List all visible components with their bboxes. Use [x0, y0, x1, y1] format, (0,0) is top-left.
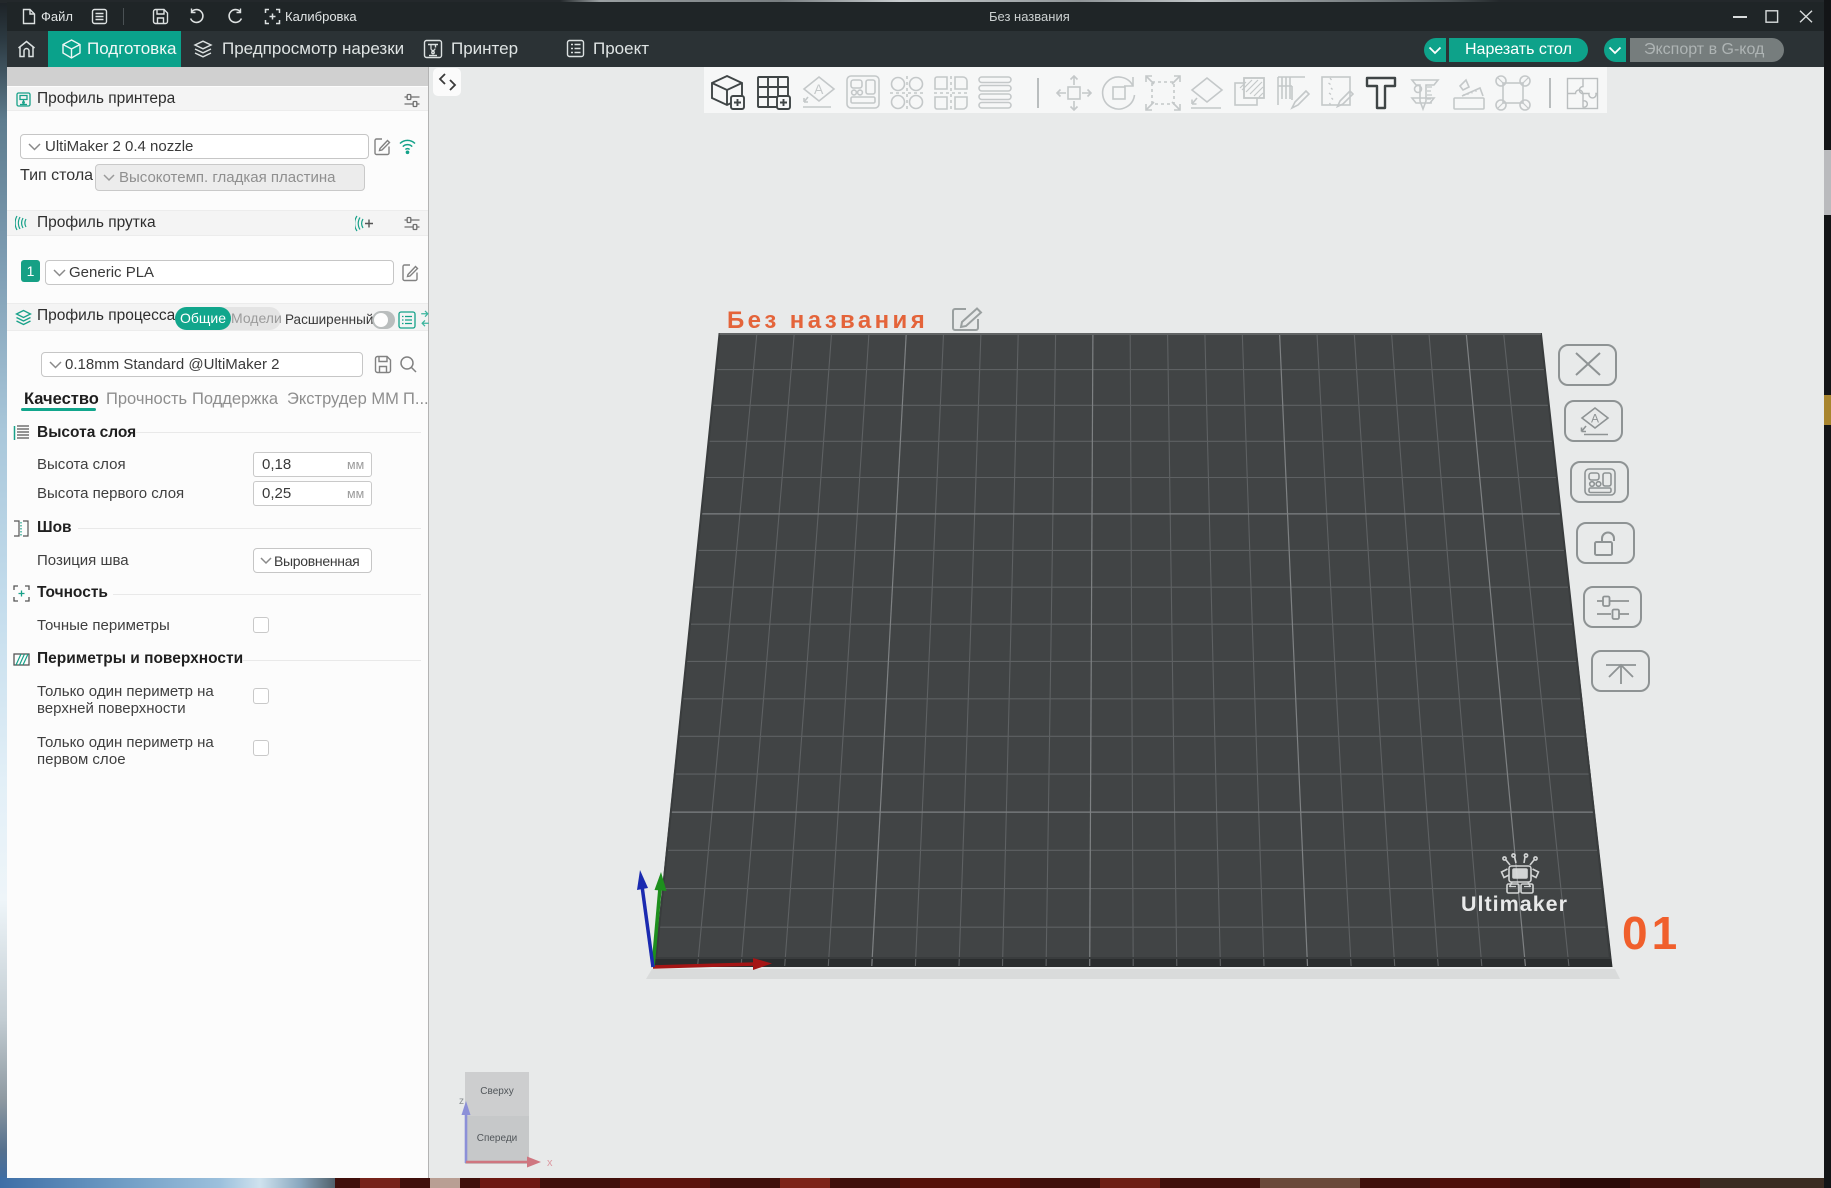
- svg-text:z: z: [459, 1096, 464, 1107]
- svg-text:A: A: [814, 81, 824, 97]
- svg-text:A: A: [1591, 412, 1599, 426]
- svg-text:x: x: [547, 1157, 553, 1169]
- svg-text:Ultimaker: Ultimaker: [1461, 892, 1568, 916]
